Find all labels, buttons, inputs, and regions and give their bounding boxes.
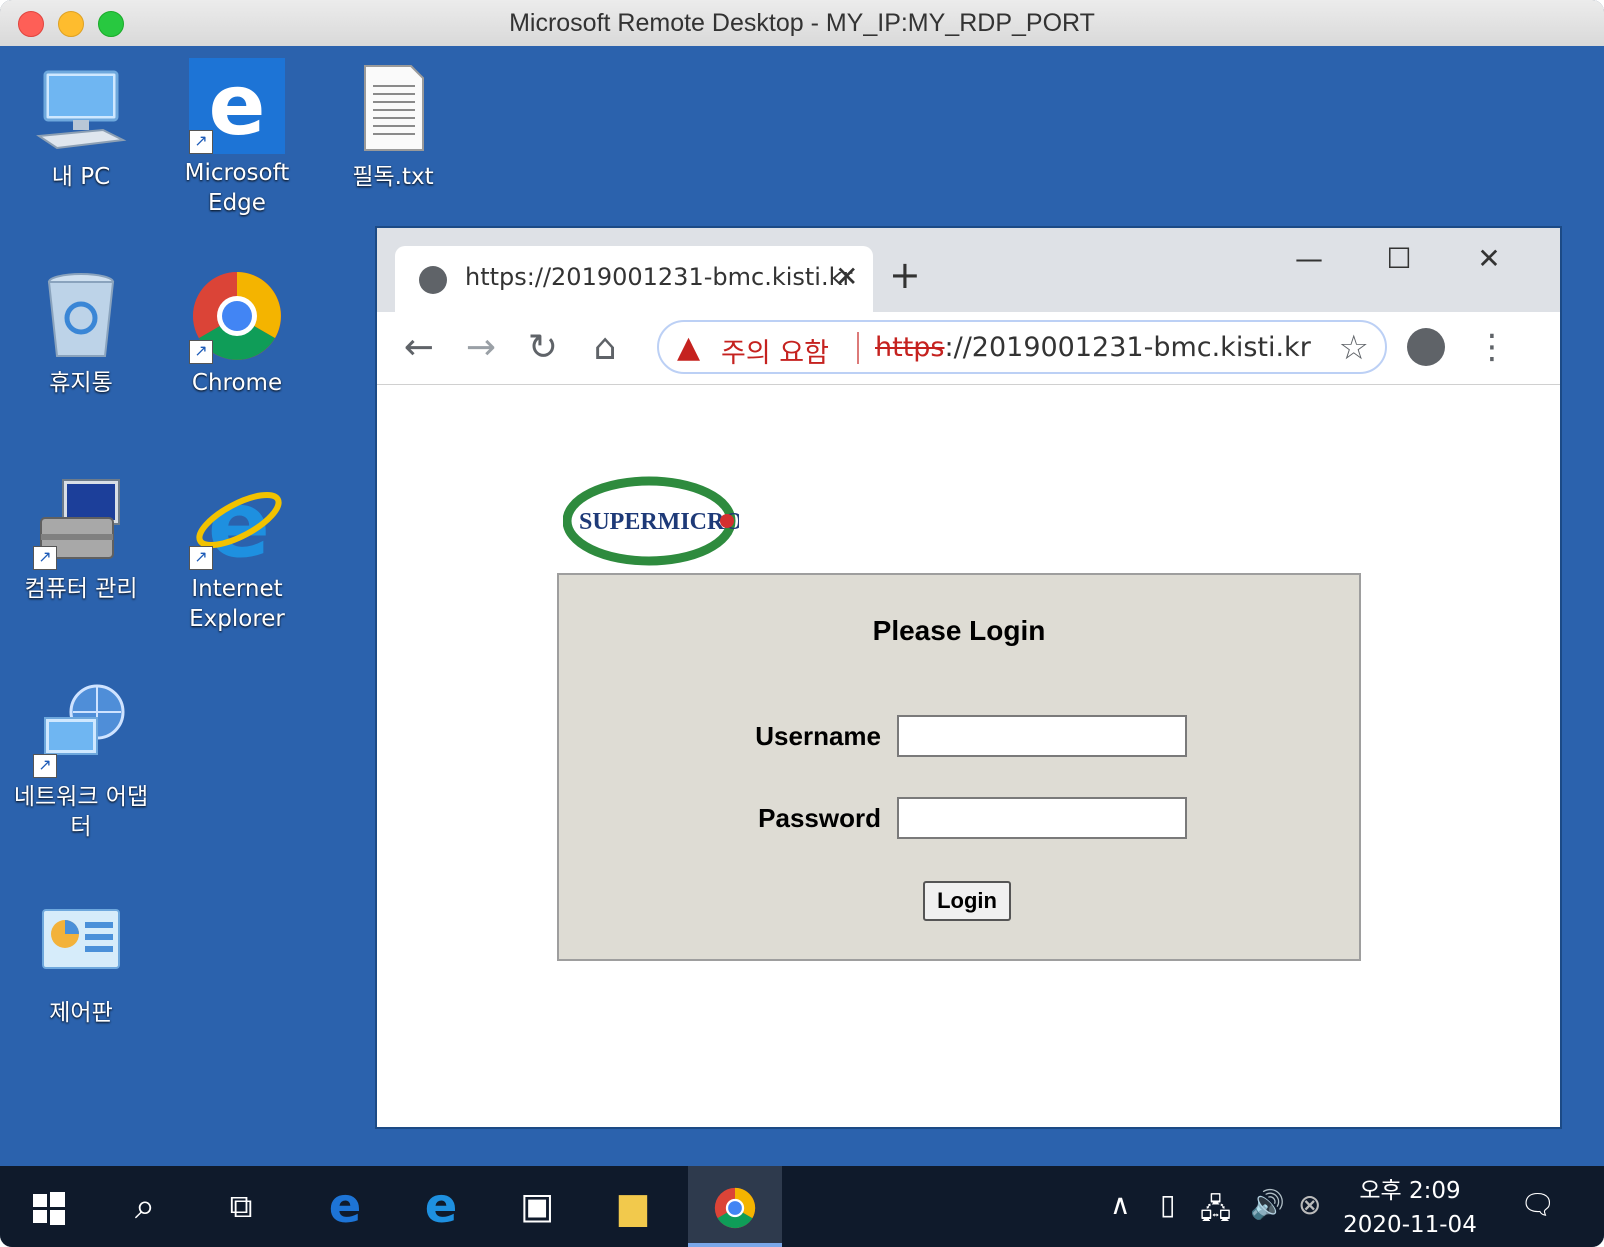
profile-avatar-icon[interactable] [1407,328,1445,366]
mac-titlebar: Microsoft Remote Desktop - MY_IP:MY_RDP_… [0,0,1604,47]
taskbar-file-explorer-icon[interactable]: ▆ [586,1166,680,1247]
computer-management-icon: ↗ [33,474,129,570]
tab-title: https://2019001231-bmc.kisti.kr [465,263,853,291]
chrome-window: https://2019001231-bmc.kisti.kr ✕ + — ☐ … [375,226,1562,1129]
desktop-icon-label: 제어판 [49,1000,113,1026]
desktop-icon-label: 내 PC [51,164,111,190]
desktop-icon-label: Microsoft Edge [184,160,290,216]
desktop-icon-label: 컴퓨터 관리 [24,576,138,602]
svg-text:e: e [209,58,266,154]
username-input[interactable] [897,715,1187,757]
login-button[interactable]: Login [923,881,1011,921]
recycle-bin-icon [33,268,129,364]
tray-volume-icon[interactable]: 🔊 [1250,1188,1285,1221]
shortcut-arrow-icon: ↗ [33,754,57,778]
shortcut-arrow-icon: ↗ [189,130,213,154]
desktop-icon-internet-explorer[interactable]: e ↗ Internet Explorer [162,471,312,634]
desktop-icon-label: Chrome [191,370,283,396]
computer-icon [33,62,129,158]
login-panel: Please Login Username Password Login [557,573,1361,961]
tray-chevron-up-icon[interactable]: ∧ [1110,1188,1131,1221]
internet-explorer-icon: e ↗ [189,471,285,578]
taskbar-server-manager-icon[interactable]: ▣ [490,1166,584,1247]
shortcut-arrow-icon: ↗ [33,546,57,570]
chrome-icon: ↗ [189,268,285,364]
tab-active[interactable]: https://2019001231-bmc.kisti.kr ✕ [395,246,873,312]
desktop-icon-readme[interactable]: 필독.txt [318,62,468,192]
desktop-icon-control-panel[interactable]: 제어판 [6,898,156,1028]
windows-desktop: 내 PC e ↗ Microsoft Edge 필독.txt 휴지통 ↗ Chr… [0,46,1604,1166]
password-input[interactable] [897,797,1187,839]
search-icon[interactable]: ⌕ [98,1166,192,1247]
control-panel-icon [33,898,129,994]
desktop-icon-label: 네트워크 어댑터 [13,784,149,840]
maximize-icon[interactable]: ☐ [1369,242,1429,275]
bookmark-star-icon[interactable]: ☆ [1339,328,1369,368]
taskbar-clock[interactable]: 오후 2:09 2020-11-04 [1340,1174,1480,1242]
desktop-icon-label: 필독.txt [352,164,434,190]
tray-error-icon[interactable]: ⊗ [1298,1188,1321,1221]
svg-text:SUPERMICRO: SUPERMICRO [579,509,739,535]
windows-taskbar: ⌕ ⧉ e e ▣ ▆ ∧ ▯ 🖧 🔊 ⊗ 오후 2:09 2020-11-04… [0,1166,1604,1247]
back-arrow-icon[interactable]: ← [397,326,441,370]
home-icon[interactable]: ⌂ [583,326,627,370]
minimize-icon[interactable]: — [1279,242,1339,275]
task-view-icon[interactable]: ⧉ [194,1166,288,1247]
clock-time: 오후 2:09 [1359,1178,1461,1204]
desktop-icon-recycle-bin[interactable]: 휴지통 [6,268,156,398]
desktop-icon-my-pc[interactable]: 내 PC [6,62,156,192]
tab-close-icon[interactable]: ✕ [835,260,858,293]
desktop-icon-label: Internet Explorer [189,576,285,632]
taskbar-edge-icon[interactable]: e [298,1166,392,1247]
window-title: Microsoft Remote Desktop - MY_IP:MY_RDP_… [509,9,1095,37]
address-bar[interactable]: ▲ 주의 요함 https://2019001231-bmc.kisti.kr … [657,320,1387,374]
desktop-icon-label: 휴지통 [49,370,113,396]
browser-toolbar: ← → ↻ ⌂ ▲ 주의 요함 https://2019001231-bmc.k… [377,312,1560,385]
shortcut-arrow-icon: ↗ [189,546,213,570]
close-icon[interactable]: ✕ [1459,242,1519,275]
warning-triangle-icon[interactable]: ▲ [677,330,700,365]
taskbar-chrome-icon[interactable] [688,1166,782,1247]
username-label: Username [755,721,881,751]
edge-icon: e ↗ [189,56,285,154]
desktop-icon-chrome[interactable]: ↗ Chrome [162,268,312,398]
omnibox-separator [857,332,859,364]
url-host: ://2019001231-bmc.kisti.kr [944,332,1311,363]
desktop-icon-computer-management[interactable]: ↗ 컴퓨터 관리 [6,474,156,604]
page-content: SUPERMICRO Please Login Username Passwor… [377,385,1560,1127]
menu-kebab-icon[interactable]: ⋮ [1475,322,1509,372]
start-windows-icon[interactable] [2,1166,96,1247]
globe-icon [419,266,447,294]
tab-strip: https://2019001231-bmc.kisti.kr ✕ + — ☐ … [377,228,1560,312]
password-label: Password [758,803,881,833]
clock-date: 2020-11-04 [1343,1212,1477,1238]
taskbar-internet-explorer-icon[interactable]: e [394,1166,488,1247]
network-icon: ↗ [33,682,129,778]
url-scheme: https [875,332,945,363]
reload-icon[interactable]: ↻ [521,326,565,370]
tray-usb-icon[interactable]: ▯ [1160,1188,1175,1221]
desktop-icon-network-adapter[interactable]: ↗ 네트워크 어댑터 [6,682,156,842]
text-file-icon [345,62,441,158]
supermicro-logo: SUPERMICRO [563,476,739,566]
desktop-icon-edge[interactable]: e ↗ Microsoft Edge [162,56,312,218]
login-title: Please Login [872,615,1046,646]
security-warning-label[interactable]: 주의 요함 [721,331,829,370]
url-text[interactable]: https://2019001231-bmc.kisti.kr [875,332,1311,363]
new-tab-button[interactable]: + [889,256,921,294]
forward-arrow-icon[interactable]: → [459,326,503,370]
notification-center-icon[interactable]: 🗨 [1520,1188,1556,1221]
shortcut-arrow-icon: ↗ [189,340,213,364]
tray-network-icon[interactable]: 🖧 [1200,1188,1231,1236]
remote-desktop-window: Microsoft Remote Desktop - MY_IP:MY_RDP_… [0,0,1604,1247]
